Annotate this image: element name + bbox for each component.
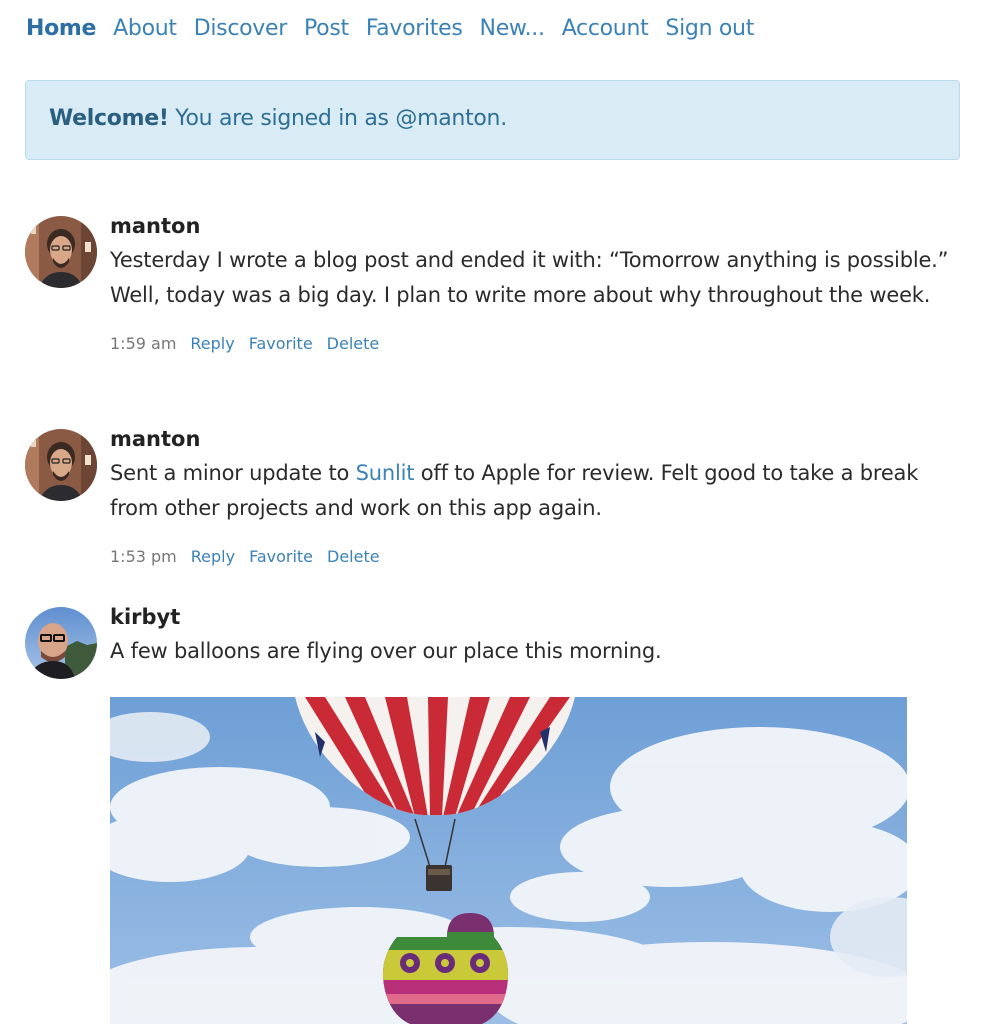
avatar-icon bbox=[25, 429, 97, 501]
post-text: Sent a minor update to Sunlit off to App… bbox=[110, 456, 955, 525]
post-meta: 1:53 pm Reply Favorite Delete bbox=[110, 547, 955, 566]
welcome-message: You are signed in as @manton. bbox=[168, 106, 507, 131]
post-time[interactable]: 1:59 am bbox=[110, 334, 176, 353]
balloon-photo bbox=[110, 697, 907, 1024]
welcome-strong: Welcome! bbox=[49, 106, 169, 131]
delete-link[interactable]: Delete bbox=[327, 547, 380, 566]
reply-link[interactable]: Reply bbox=[190, 334, 234, 353]
favorite-link[interactable]: Favorite bbox=[249, 547, 313, 566]
welcome-alert: Welcome! You are signed in as @manton. bbox=[25, 80, 960, 160]
avatar-icon bbox=[25, 607, 97, 679]
delete-link[interactable]: Delete bbox=[327, 334, 380, 353]
avatar-kirbyt[interactable] bbox=[25, 607, 97, 679]
nav-new[interactable]: New... bbox=[480, 16, 545, 41]
main-nav: Home About Discover Post Favorites New..… bbox=[26, 16, 771, 41]
post-username[interactable]: manton bbox=[110, 425, 955, 453]
post-meta: 1:59 am Reply Favorite Delete bbox=[110, 334, 955, 353]
post-text: A few balloons are flying over our place… bbox=[110, 639, 662, 663]
nav-about[interactable]: About bbox=[113, 16, 177, 41]
nav-discover[interactable]: Discover bbox=[194, 16, 288, 41]
nav-favorites[interactable]: Favorites bbox=[366, 16, 463, 41]
post-body: manton Sent a minor update to Sunlit off… bbox=[110, 427, 955, 566]
avatar-manton[interactable] bbox=[25, 429, 97, 501]
sunlit-link[interactable]: Sunlit bbox=[356, 461, 415, 485]
post-body: manton Yesterday I wrote a blog post and… bbox=[110, 214, 955, 353]
avatar-icon bbox=[25, 216, 97, 288]
nav-home[interactable]: Home bbox=[26, 16, 96, 41]
post-username[interactable]: kirbyt bbox=[110, 603, 955, 631]
post-time[interactable]: 1:53 pm bbox=[110, 547, 177, 566]
post-text: Yesterday I wrote a blog post and ended … bbox=[110, 248, 949, 307]
reply-link[interactable]: Reply bbox=[191, 547, 235, 566]
post-text-before: Sent a minor update to bbox=[110, 461, 356, 485]
nav-account[interactable]: Account bbox=[562, 16, 649, 41]
post-photo[interactable] bbox=[110, 697, 907, 1024]
avatar-manton[interactable] bbox=[25, 216, 97, 288]
nav-post[interactable]: Post bbox=[304, 16, 349, 41]
post-username[interactable]: manton bbox=[110, 212, 955, 240]
post-body: kirbyt A few balloons are flying over ou… bbox=[110, 605, 955, 669]
nav-sign-out[interactable]: Sign out bbox=[665, 16, 754, 41]
favorite-link[interactable]: Favorite bbox=[249, 334, 313, 353]
